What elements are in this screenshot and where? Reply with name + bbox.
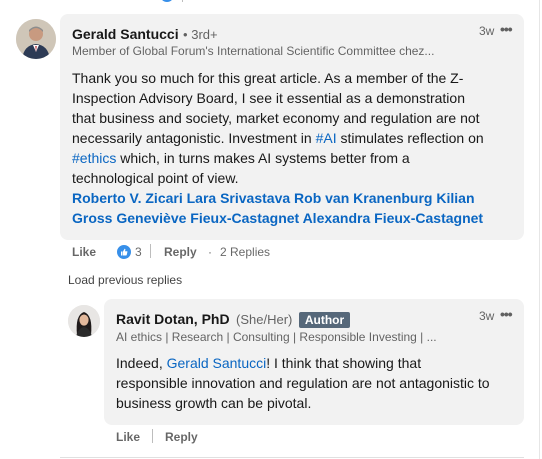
reply-text: Indeed, [116,355,167,371]
pronouns: (She/Her) [236,312,293,327]
author-name[interactable]: Gerald Santucci [72,26,179,42]
like-reaction-icon[interactable] [117,245,131,264]
reply-line: Indeed, Gerald Santucci! I think that sh… [116,353,516,373]
more-options-icon[interactable]: ••• [500,21,513,37]
hashtag-ethics[interactable]: #ethics [72,150,116,166]
comment-line: Thank you so much for this great article… [72,70,464,86]
divider [150,244,151,258]
mentions-line[interactable]: Roberto V. Zicari Lara Srivastava Rob va… [72,188,517,208]
divider [60,457,524,458]
reply-avatar[interactable] [68,305,100,337]
reply-author-name[interactable]: Ravit Dotan, PhD [116,311,230,327]
author-badge: Author [298,312,351,328]
comment-line: #ethics which, in turns makes AI systems… [72,148,517,168]
like-count[interactable]: 3 [135,245,142,259]
divider [152,429,153,443]
reply-like-button[interactable]: Like [116,430,140,444]
more-options-icon[interactable]: ••• [500,306,513,322]
comment-body: Thank you so much for this great article… [72,68,517,228]
comment-header: Gerald Santucci • 3rd+ [72,26,218,44]
reply-reply-button[interactable]: Reply [165,430,198,444]
comment-text: necessarily antagonistic. Investment in [72,130,312,146]
comment-text: which, in turns makes AI systems better … [116,150,410,166]
reply-timestamp: 3w [479,309,495,323]
replies-count-link[interactable]: 2 Replies [220,245,270,259]
load-previous-replies[interactable]: Load previous replies [68,273,182,287]
reply-line: responsible innovation and regulation ar… [116,375,490,391]
reply-headline: AI ethics | Research | Consulting | Resp… [116,330,437,344]
comment-line: Inspection Advisory Board, I see it esse… [72,90,465,106]
scrollbar-track [539,0,540,459]
reply-body: Indeed, Gerald Santucci! I think that sh… [116,353,516,413]
hashtag-ai[interactable]: #AI [316,130,337,146]
author-headline: Member of Global Forum's International S… [72,44,435,58]
avatar[interactable] [16,19,56,59]
reply-header: Ravit Dotan, PhD (She/Her) Author [116,311,351,329]
reply-button[interactable]: Reply [164,245,197,259]
mention-link[interactable]: Gerald Santucci [167,355,267,371]
profile-photo-icon [68,305,100,337]
comment-line: technological point of view. [72,170,239,186]
top-remnant [160,0,250,2]
like-button[interactable]: Like [72,245,96,259]
comment-text: stimulates reflection on [336,130,484,146]
reply-text: ! I think that showing that [266,355,422,371]
reply-line: business growth can be pivotal. [116,395,312,411]
mentions-line[interactable]: Gross Geneviève Fieux-Castagnet Alexandr… [72,208,517,228]
comment-line: that business and society, market econom… [72,110,480,126]
separator-dot: · [208,245,212,259]
profile-photo-icon [16,19,56,59]
comment-line: necessarily antagonistic. Investment in … [72,128,517,148]
connection-degree: • 3rd+ [183,27,218,42]
timestamp: 3w [479,24,495,38]
